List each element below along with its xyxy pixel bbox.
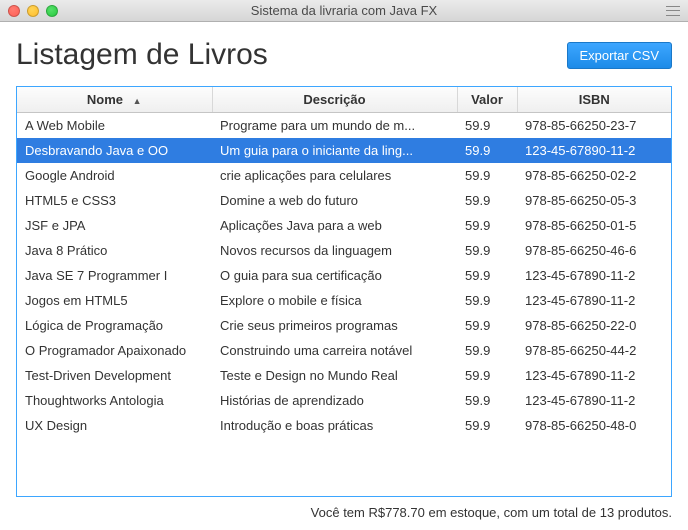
window-controls: [8, 5, 58, 17]
window-titlebar: Sistema da livraria com Java FX: [0, 0, 688, 22]
cell-isbn: 123-45-67890-11-2: [517, 263, 671, 288]
cell-valor: 59.9: [457, 213, 517, 238]
table-row[interactable]: Lógica de ProgramaçãoCrie seus primeiros…: [17, 313, 671, 338]
cell-nome: O Programador Apaixonado: [17, 338, 212, 363]
cell-isbn: 978-85-66250-23-7: [517, 113, 671, 139]
toolbar-toggle-icon[interactable]: [666, 6, 680, 16]
cell-desc: Aplicações Java para a web: [212, 213, 457, 238]
cell-desc: Um guia para o iniciante da ling...: [212, 138, 457, 163]
cell-isbn: 123-45-67890-11-2: [517, 138, 671, 163]
table-body: A Web MobilePrograme para um mundo de m.…: [17, 113, 671, 439]
content-area: Listagem de Livros Exportar CSV Nome ▲ D…: [0, 22, 688, 530]
cell-nome: A Web Mobile: [17, 113, 212, 139]
cell-valor: 59.9: [457, 288, 517, 313]
cell-nome: Lógica de Programação: [17, 313, 212, 338]
cell-nome: JSF e JPA: [17, 213, 212, 238]
cell-valor: 59.9: [457, 363, 517, 388]
export-csv-button[interactable]: Exportar CSV: [567, 42, 672, 69]
cell-valor: 59.9: [457, 263, 517, 288]
cell-valor: 59.9: [457, 113, 517, 139]
cell-nome: Java 8 Prático: [17, 238, 212, 263]
sort-ascending-icon: ▲: [133, 96, 142, 106]
cell-isbn: 123-45-67890-11-2: [517, 363, 671, 388]
table-row[interactable]: HTML5 e CSS3Domine a web do futuro59.997…: [17, 188, 671, 213]
cell-desc: crie aplicações para celulares: [212, 163, 457, 188]
cell-isbn: 123-45-67890-11-2: [517, 388, 671, 413]
cell-valor: 59.9: [457, 313, 517, 338]
cell-desc: Novos recursos da linguagem: [212, 238, 457, 263]
table-row[interactable]: Java 8 PráticoNovos recursos da linguage…: [17, 238, 671, 263]
cell-desc: Teste e Design no Mundo Real: [212, 363, 457, 388]
table-row[interactable]: O Programador ApaixonadoConstruindo uma …: [17, 338, 671, 363]
page-title: Listagem de Livros: [16, 38, 268, 72]
table-row[interactable]: Google Androidcrie aplicações para celul…: [17, 163, 671, 188]
cell-nome: Google Android: [17, 163, 212, 188]
cell-desc: Programe para um mundo de m...: [212, 113, 457, 139]
table-header-row: Nome ▲ Descrição Valor ISBN: [17, 87, 671, 113]
column-header-nome[interactable]: Nome ▲: [17, 87, 212, 113]
cell-nome: Jogos em HTML5: [17, 288, 212, 313]
column-header-descricao[interactable]: Descrição: [212, 87, 457, 113]
cell-desc: O guia para sua certificação: [212, 263, 457, 288]
column-header-valor[interactable]: Valor: [457, 87, 517, 113]
cell-valor: 59.9: [457, 388, 517, 413]
table-row[interactable]: Test-Driven DevelopmentTeste e Design no…: [17, 363, 671, 388]
footer-summary: Você tem R$778.70 em estoque, com um tot…: [16, 505, 672, 520]
cell-nome: UX Design: [17, 413, 212, 438]
cell-desc: Introdução e boas práticas: [212, 413, 457, 438]
table-row[interactable]: UX DesignIntrodução e boas práticas59.99…: [17, 413, 671, 438]
cell-desc: Histórias de aprendizado: [212, 388, 457, 413]
cell-nome: Desbravando Java e OO: [17, 138, 212, 163]
cell-isbn: 978-85-66250-02-2: [517, 163, 671, 188]
cell-isbn: 123-45-67890-11-2: [517, 288, 671, 313]
books-table-container: Nome ▲ Descrição Valor ISBN A Web Mobile…: [16, 86, 672, 497]
cell-isbn: 978-85-66250-44-2: [517, 338, 671, 363]
cell-desc: Crie seus primeiros programas: [212, 313, 457, 338]
header-row: Listagem de Livros Exportar CSV: [16, 38, 672, 72]
cell-valor: 59.9: [457, 188, 517, 213]
cell-valor: 59.9: [457, 338, 517, 363]
table-row[interactable]: JSF e JPAAplicações Java para a web59.99…: [17, 213, 671, 238]
column-label: Nome: [87, 92, 123, 107]
books-table[interactable]: Nome ▲ Descrição Valor ISBN A Web Mobile…: [17, 87, 671, 438]
cell-isbn: 978-85-66250-48-0: [517, 413, 671, 438]
cell-nome: HTML5 e CSS3: [17, 188, 212, 213]
table-row[interactable]: Desbravando Java e OOUm guia para o inic…: [17, 138, 671, 163]
zoom-icon[interactable]: [46, 5, 58, 17]
cell-nome: Java SE 7 Programmer I: [17, 263, 212, 288]
table-row[interactable]: Thoughtworks AntologiaHistórias de apren…: [17, 388, 671, 413]
close-icon[interactable]: [8, 5, 20, 17]
cell-desc: Explore o mobile e física: [212, 288, 457, 313]
cell-desc: Domine a web do futuro: [212, 188, 457, 213]
cell-valor: 59.9: [457, 163, 517, 188]
cell-isbn: 978-85-66250-22-0: [517, 313, 671, 338]
cell-desc: Construindo uma carreira notável: [212, 338, 457, 363]
cell-isbn: 978-85-66250-05-3: [517, 188, 671, 213]
cell-valor: 59.9: [457, 138, 517, 163]
cell-nome: Test-Driven Development: [17, 363, 212, 388]
window-title: Sistema da livraria com Java FX: [0, 3, 688, 18]
cell-valor: 59.9: [457, 413, 517, 438]
cell-valor: 59.9: [457, 238, 517, 263]
column-header-isbn[interactable]: ISBN: [517, 87, 671, 113]
table-row[interactable]: A Web MobilePrograme para um mundo de m.…: [17, 113, 671, 139]
cell-nome: Thoughtworks Antologia: [17, 388, 212, 413]
table-row[interactable]: Jogos em HTML5Explore o mobile e física5…: [17, 288, 671, 313]
table-row[interactable]: Java SE 7 Programmer IO guia para sua ce…: [17, 263, 671, 288]
cell-isbn: 978-85-66250-01-5: [517, 213, 671, 238]
cell-isbn: 978-85-66250-46-6: [517, 238, 671, 263]
minimize-icon[interactable]: [27, 5, 39, 17]
